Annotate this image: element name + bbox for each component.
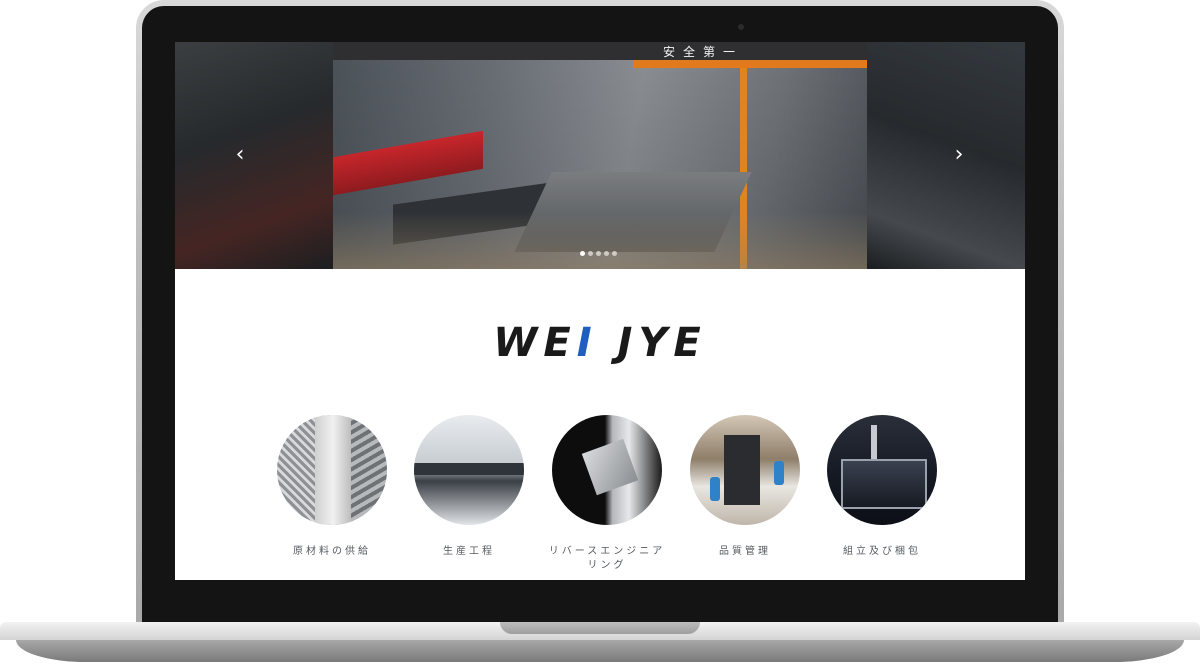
raw-material-image xyxy=(277,415,387,525)
service-assembly-packaging[interactable]: 組立及び梱包 xyxy=(817,415,947,559)
production-process-image xyxy=(414,415,524,525)
factory-floor xyxy=(333,212,867,269)
press-brake-machine xyxy=(333,130,483,196)
carousel-dot[interactable] xyxy=(580,251,585,256)
carousel-dot[interactable] xyxy=(612,251,617,256)
assembly-packaging-image xyxy=(827,415,937,525)
website-screen: 安全第一 ‹ › WEI JYE 原材料の供給 生産工程 リバースエンジニアリン… xyxy=(175,42,1025,580)
carousel-prev-arrow-icon[interactable]: ‹ xyxy=(229,142,251,168)
hero-carousel[interactable]: 安全第一 ‹ › xyxy=(175,42,1025,269)
logo-accent-bar: I xyxy=(576,320,598,366)
service-label: リバースエンジニアリング xyxy=(548,546,666,571)
laptop-base-bottom xyxy=(16,640,1184,662)
logo-wordmark: WEI JYE xyxy=(493,320,706,366)
crane-beam xyxy=(633,60,867,68)
carousel-slide-current: 安全第一 xyxy=(333,42,867,269)
factory-beam xyxy=(333,42,867,60)
service-production[interactable]: 生産工程 xyxy=(404,415,534,559)
brand-logo: WEI JYE xyxy=(175,320,1025,366)
carousel-dot[interactable] xyxy=(596,251,601,256)
laptop-mockup: 安全第一 ‹ › WEI JYE 原材料の供給 生産工程 リバースエンジニアリン… xyxy=(0,0,1200,666)
laptop-base xyxy=(0,622,1200,666)
carousel-dot[interactable] xyxy=(604,251,609,256)
quality-control-image xyxy=(690,415,800,525)
service-raw-material[interactable]: 原材料の供給 xyxy=(267,415,397,559)
services-row: 原材料の供給 生産工程 リバースエンジニアリング 品質管理 組立及び梱包 xyxy=(267,415,937,571)
reverse-engineering-image xyxy=(552,415,662,525)
carousel-slide-next xyxy=(867,42,1025,269)
carousel-dot[interactable] xyxy=(588,251,593,256)
service-label: 組立及び梱包 xyxy=(843,546,921,557)
carousel-slide-prev xyxy=(175,42,333,269)
service-quality-control[interactable]: 品質管理 xyxy=(680,415,810,559)
service-reverse-engineering[interactable]: リバースエンジニアリング xyxy=(542,415,672,573)
service-label: 生産工程 xyxy=(443,546,495,557)
carousel-pagination xyxy=(580,251,617,259)
carousel-next-arrow-icon[interactable]: › xyxy=(948,142,970,168)
camera-dot xyxy=(738,24,744,30)
logo-part-1: WE xyxy=(493,320,577,366)
safety-slogan: 安全第一 xyxy=(662,45,743,59)
service-label: 原材料の供給 xyxy=(293,546,371,557)
service-label: 品質管理 xyxy=(719,546,771,557)
laptop-notch xyxy=(500,622,700,634)
logo-part-2: JYE xyxy=(597,320,707,366)
